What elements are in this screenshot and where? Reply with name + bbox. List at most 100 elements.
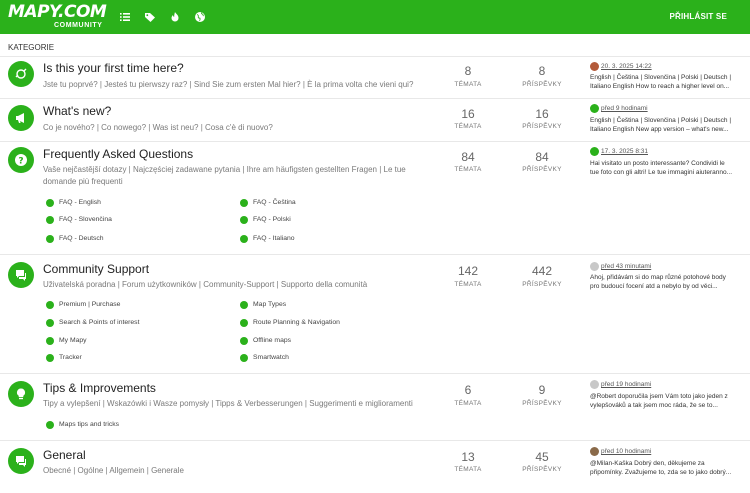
posts-count: 84 <box>535 150 549 164</box>
subcategory-link[interactable]: Maps tips and tricks <box>59 421 119 428</box>
category-title[interactable]: General <box>43 448 86 462</box>
topics-label: TÉMATA <box>454 166 482 173</box>
posts-label: PŘÍSPĚVKY <box>522 466 562 473</box>
category-title[interactable]: What's new? <box>43 104 111 118</box>
search-icon <box>46 319 54 327</box>
section-label: KATEGORIE <box>8 43 55 52</box>
top-bar: MAPY.COM COMMUNITY PŘIHLÁSIT SE <box>0 0 750 34</box>
topics-label: TÉMATA <box>454 81 482 88</box>
category-description: Jste tu poprvé? | Jesteś tu pierwszy raz… <box>43 80 414 89</box>
posts-count: 8 <box>538 64 546 78</box>
question-icon <box>240 216 248 224</box>
divider <box>0 98 750 99</box>
last-post-excerpt[interactable]: Ahoj, přidávám si do map různé potohové … <box>590 273 735 291</box>
divider <box>0 373 750 374</box>
posts-label: PŘÍSPĚVKY <box>522 281 562 288</box>
chat-icon[interactable] <box>8 262 34 288</box>
last-post-time[interactable]: 20. 3. 2025 14:22 <box>601 63 652 70</box>
avatar[interactable] <box>590 380 599 389</box>
posts-count: 9 <box>538 383 546 397</box>
topics-count: 84 <box>461 150 475 164</box>
category-description: Vaše nejčastější dotazy | Najczęściej za… <box>43 165 406 186</box>
logo-sub-text: COMMUNITY <box>54 22 103 29</box>
tags-icon[interactable] <box>144 11 156 23</box>
popular-flame-icon[interactable] <box>169 11 181 23</box>
globe-icon[interactable] <box>194 11 206 23</box>
divider <box>0 56 750 57</box>
login-button[interactable]: PŘIHLÁSIT SE <box>669 12 727 21</box>
topics-label: TÉMATA <box>454 400 482 407</box>
divider <box>0 440 750 441</box>
avatar[interactable] <box>590 104 599 113</box>
smartwatch-icon <box>240 354 248 362</box>
subcategory-link[interactable]: Offline maps <box>253 337 291 344</box>
topics-count: 8 <box>464 64 472 78</box>
category-title[interactable]: Is this your first time here? <box>43 61 184 75</box>
last-post-excerpt[interactable]: @Milan-Kaška Dobrý den, děkujeme za přip… <box>590 459 735 477</box>
last-post-excerpt[interactable]: Hai visitato un posto interessante? Cond… <box>590 159 735 177</box>
category-title[interactable]: Tips & Improvements <box>43 381 156 395</box>
chat-icon[interactable] <box>8 448 34 474</box>
last-post-time[interactable]: 17. 3. 2025 8:31 <box>601 148 648 155</box>
categories-list-icon[interactable] <box>119 11 131 23</box>
topics-label: TÉMATA <box>454 281 482 288</box>
question-icon <box>46 235 54 243</box>
subcategory-link[interactable]: Map Types <box>253 301 286 308</box>
question-icon <box>46 199 54 207</box>
category-title[interactable]: Community Support <box>43 262 149 276</box>
subcategory-link[interactable]: Route Planning & Navigation <box>253 319 340 326</box>
category-description: Obecné | Ogólne | Allgemein | Generale <box>43 466 184 475</box>
category-description: Uživatelská poradna | Forum użytkowników… <box>43 280 368 289</box>
subcategory-link[interactable]: FAQ - Deutsch <box>59 235 104 242</box>
svg-text:?: ? <box>18 156 23 166</box>
question-icon[interactable]: ? <box>8 147 34 173</box>
offline-map-icon <box>240 337 248 345</box>
logo-main-text: MAPY.COM <box>8 2 107 22</box>
divider <box>0 254 750 255</box>
subcategory-link[interactable]: Search & Points of interest <box>59 319 139 326</box>
posts-count: 442 <box>531 264 553 278</box>
subcategory-link[interactable]: Smartwatch <box>253 354 289 361</box>
question-icon <box>46 216 54 224</box>
last-post-time[interactable]: před 10 hodinami <box>601 448 651 455</box>
subcategory-link[interactable]: FAQ - Polski <box>253 216 291 223</box>
heart-icon <box>46 337 54 345</box>
subcategory-link[interactable]: FAQ - Čeština <box>253 199 296 206</box>
subcategory-link[interactable]: Premium | Purchase <box>59 301 120 308</box>
last-post-time[interactable]: před 43 minutami <box>601 263 651 270</box>
first-time-category-icon[interactable] <box>8 61 34 87</box>
mapy-community-logo[interactable]: MAPY.COM COMMUNITY <box>8 2 107 30</box>
subcategory-link[interactable]: Tracker <box>59 354 82 361</box>
avatar[interactable] <box>590 147 599 156</box>
subcategory-link[interactable]: FAQ - English <box>59 199 101 206</box>
avatar[interactable] <box>590 262 599 271</box>
subcategory-link[interactable]: My Mapy <box>59 337 87 344</box>
avatar[interactable] <box>590 62 599 71</box>
lightbulb-icon[interactable] <box>8 381 34 407</box>
subcategory-link[interactable]: FAQ - Italiano <box>253 235 295 242</box>
topics-count: 6 <box>464 383 472 397</box>
posts-label: PŘÍSPĚVKY <box>522 400 562 407</box>
category-title[interactable]: Frequently Asked Questions <box>43 147 193 161</box>
route-icon <box>240 319 248 327</box>
category-description: Co je nového? | Co nowego? | Was ist neu… <box>43 123 273 132</box>
topics-label: TÉMATA <box>454 466 482 473</box>
posts-count: 16 <box>535 107 549 121</box>
last-post-excerpt[interactable]: English | Čeština | Slovenčina | Polski … <box>590 116 735 134</box>
last-post-excerpt[interactable]: English | Čeština | Slovenčina | Polski … <box>590 73 735 91</box>
last-post-excerpt[interactable]: @Robert doporučila jsem Vám toto jako je… <box>590 392 735 410</box>
last-post-time[interactable]: před 9 hodinami <box>601 105 648 112</box>
avatar[interactable] <box>590 447 599 456</box>
topics-count: 142 <box>457 264 479 278</box>
question-icon <box>240 235 248 243</box>
last-post-time[interactable]: před 19 hodinami <box>601 381 651 388</box>
posts-label: PŘÍSPĚVKY <box>522 123 562 130</box>
crown-icon <box>46 301 54 309</box>
divider <box>0 141 750 142</box>
tracker-icon <box>46 354 54 362</box>
topics-count: 13 <box>461 450 475 464</box>
megaphone-icon[interactable] <box>8 105 34 131</box>
map-icon <box>46 421 54 429</box>
category-description: Tipy a vylepšení | Wskazówki i Wasze pom… <box>43 399 413 408</box>
subcategory-link[interactable]: FAQ - Slovenčina <box>59 216 112 223</box>
